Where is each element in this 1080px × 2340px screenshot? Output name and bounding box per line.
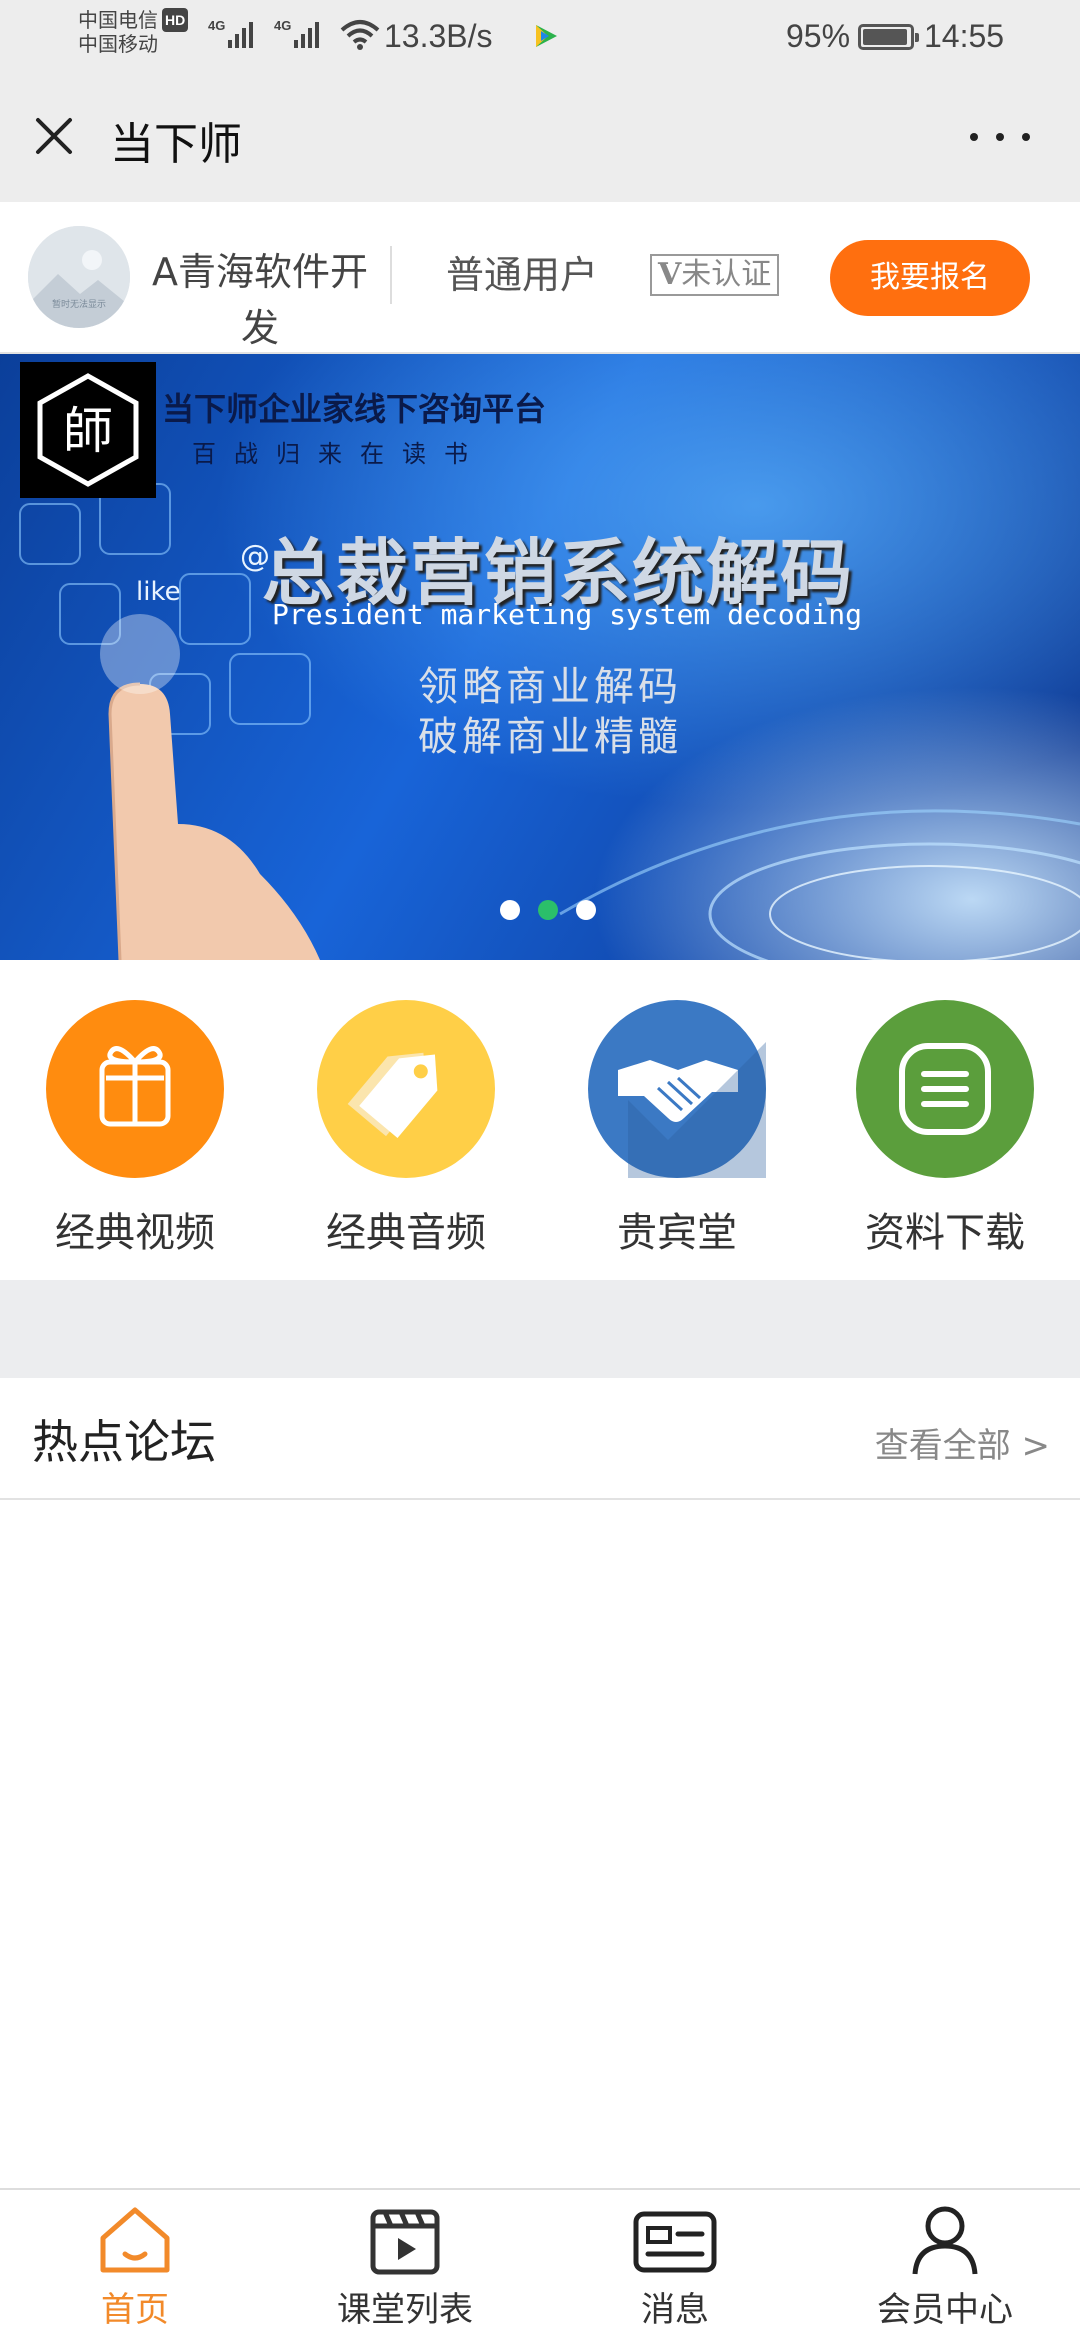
company-name: A青海软件开发 <box>152 250 368 350</box>
banner-brand: 当下师企业家线下咨询平台 <box>162 390 547 428</box>
video-app-icon <box>536 25 557 47</box>
tab-label: 课堂列表 <box>337 2290 473 2330</box>
banner-subtitle-2: 破解商业精髓 <box>418 714 682 760</box>
category-circle <box>856 1000 1034 1178</box>
category-classic-audio[interactable]: 经典音频 <box>306 1000 506 1258</box>
status-bar: 中国电信 HD 中国移动 4G 4G 13.3B/s 95% 14:55 <box>0 0 1080 72</box>
tab-messages[interactable]: 消息 <box>565 2204 785 2331</box>
shi-logo-icon: 師 <box>20 362 156 498</box>
tab-member-center[interactable]: 会员中心 <box>835 2204 1055 2331</box>
clock: 14:55 <box>924 18 1005 54</box>
carrier2-label: 中国移动 <box>78 34 158 56</box>
battery-percent: 95% <box>786 18 851 54</box>
user-icon <box>912 2206 978 2275</box>
home-icon <box>100 2207 170 2273</box>
cert-status: 未认证 <box>681 257 772 292</box>
category-label: 贵宾堂 <box>617 1210 737 1256</box>
tab-home[interactable]: 首页 <box>25 2204 245 2331</box>
tab-label: 消息 <box>641 2290 709 2330</box>
network-speed: 13.3B/s <box>384 18 493 54</box>
close-icon[interactable] <box>30 112 78 160</box>
banner-like-text: like <box>136 577 181 607</box>
signal-strength-icon: 4G <box>208 18 253 48</box>
category-label: 经典音频 <box>326 1210 486 1256</box>
message-card-icon <box>633 2211 717 2273</box>
carrier1-label: 中国电信 <box>78 10 158 32</box>
carousel-dot[interactable] <box>576 900 596 920</box>
avatar[interactable]: 暂时无法显示 <box>28 226 130 328</box>
video-icon <box>370 2209 440 2275</box>
handshake-icon <box>618 1040 768 1178</box>
category-downloads[interactable]: 资料下载 <box>845 1000 1045 1258</box>
list-icon <box>899 1043 991 1135</box>
category-circle <box>46 1000 224 1178</box>
view-all-link[interactable]: 查看全部 > <box>875 1418 1050 1467</box>
avatar-caption: 暂时无法显示 <box>51 300 106 310</box>
tag-icon <box>347 1052 438 1139</box>
hot-forum-header: 热点论坛 查看全部 > <box>0 1378 1080 1500</box>
gift-icon <box>99 1046 171 1127</box>
more-options-button[interactable] <box>970 122 1030 152</box>
category-label: 经典视频 <box>55 1210 215 1256</box>
carousel-dots <box>500 900 596 920</box>
page-title: 当下师 <box>110 119 242 170</box>
hd-badge: HD <box>162 8 189 32</box>
promo-banner[interactable]: like @ 師 当下师企业家线下咨询平台 百战归来在读书 总裁营销系统解码 P… <box>0 354 1080 960</box>
category-circle <box>588 1000 768 1178</box>
section-title: 热点论坛 <box>32 1415 216 1469</box>
tab-class-list[interactable]: 课堂列表 <box>295 2204 515 2331</box>
user-role: 普通用户 <box>446 253 599 297</box>
carousel-dot[interactable] <box>538 900 558 920</box>
certification-badge[interactable]: V未认证 <box>650 254 780 296</box>
signup-button[interactable]: 我要报名 <box>830 240 1030 316</box>
verified-v-icon: V <box>658 257 682 292</box>
tab-label: 会员中心 <box>877 2290 1013 2330</box>
banner-headline-en: President marketing system decoding <box>272 598 863 631</box>
user-bar: 暂时无法显示 A青海软件开发 普通用户 V未认证 我要报名 <box>0 202 1080 354</box>
carrier-info: 中国电信 HD 中国移动 <box>78 8 189 57</box>
carousel-dot[interactable] <box>500 900 520 920</box>
category-circle <box>317 1000 495 1178</box>
divider <box>390 246 392 304</box>
battery-icon <box>858 24 919 50</box>
signal-strength-icon: 4G <box>274 18 319 48</box>
image-placeholder-icon <box>28 226 130 328</box>
banner-slogan: 百战归来在读书 <box>192 440 486 468</box>
bottom-tab-bar: 首页 课堂列表 消息 会员中心 <box>0 2188 1080 2340</box>
tab-label: 首页 <box>101 2290 169 2330</box>
category-label: 资料下载 <box>865 1210 1025 1256</box>
category-grid: 经典视频 经典音频 贵宾堂 资料下载 <box>0 960 1080 1280</box>
signal2-label: 4G <box>274 18 291 33</box>
signal-indicators: 4G 4G <box>208 16 380 50</box>
category-classic-video[interactable]: 经典视频 <box>35 1000 235 1258</box>
title-bar: 当下师 <box>0 72 1080 202</box>
logo-char: 師 <box>63 402 113 460</box>
signal1-label: 4G <box>208 18 225 33</box>
wifi-icon <box>340 20 380 50</box>
section-divider <box>0 1280 1080 1378</box>
category-vip-hall[interactable]: 贵宾堂 <box>577 1000 777 1258</box>
